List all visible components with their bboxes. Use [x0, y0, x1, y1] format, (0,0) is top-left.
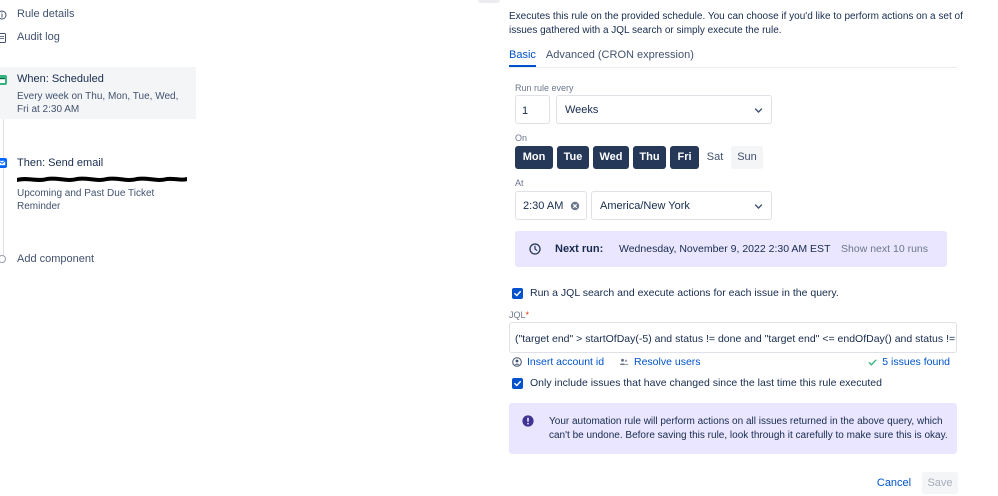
jql-label: JQL*: [509, 310, 529, 320]
jql-input[interactable]: ("target end" > startOfDay(-5) and statu…: [509, 322, 957, 353]
interval-input[interactable]: 1: [515, 95, 550, 124]
show-next-runs-link[interactable]: Show next 10 runs: [841, 243, 928, 255]
tabs-divider: [509, 67, 957, 68]
jql-search-checkbox-label: Run a JQL search and execute actions for…: [530, 287, 839, 299]
next-run-panel: Next run: Wednesday, November 9, 2022 2:…: [515, 231, 947, 267]
trigger-title: When: Scheduled: [17, 73, 104, 85]
day-thu[interactable]: Thu: [633, 146, 666, 169]
users-icon: [619, 357, 629, 367]
scroll-edge: [478, 0, 500, 3]
schedule-tabs: Basic Advanced (CRON expression): [509, 49, 694, 67]
changed-issues-option: Only include issues that have changed si…: [512, 377, 882, 389]
calendar-icon: [0, 75, 7, 85]
clock-icon: [529, 243, 541, 255]
mail-icon: [0, 158, 7, 168]
add-component-label: Add component: [17, 253, 95, 265]
time-input[interactable]: 2:30 AM: [515, 191, 587, 220]
trigger-step[interactable]: When: Scheduled Every week on Thu, Mon, …: [0, 67, 196, 119]
changed-issues-checkbox[interactable]: [512, 377, 523, 389]
resolve-users-label: Resolve users: [634, 356, 701, 368]
next-run-label: Next run:: [555, 243, 604, 255]
chevron-down-icon: [754, 202, 763, 211]
timezone-select[interactable]: America/New York: [591, 191, 772, 220]
tab-advanced-cron[interactable]: Advanced (CRON expression): [546, 49, 694, 67]
jql-label-text: JQL: [509, 310, 526, 320]
issues-found-label: 5 issues found: [882, 356, 950, 368]
at-label: At: [515, 178, 524, 188]
check-icon: [514, 380, 521, 387]
check-icon: [514, 290, 521, 297]
day-tue[interactable]: Tue: [557, 146, 589, 169]
tab-basic[interactable]: Basic: [509, 49, 536, 67]
nav-rule-details-label: Rule details: [17, 8, 75, 20]
on-label: On: [515, 133, 528, 143]
warning-icon: [522, 415, 534, 427]
action-title: Then: Send email: [17, 157, 104, 169]
chevron-down-icon: [754, 106, 763, 115]
day-mon[interactable]: Mon: [515, 146, 553, 169]
action-step[interactable]: Then: Send email Upcoming and Past Due T…: [0, 152, 196, 216]
nav-audit-log-label: Audit log: [17, 31, 60, 43]
redaction-scribble: [17, 176, 187, 182]
day-sat[interactable]: Sat: [703, 146, 727, 169]
info-icon: [0, 10, 7, 20]
jql-search-checkbox[interactable]: [512, 287, 523, 299]
insert-account-id-link[interactable]: Insert account id: [512, 356, 604, 368]
jql-search-option: Run a JQL search and execute actions for…: [512, 287, 839, 299]
issues-found-status[interactable]: 5 issues found: [868, 356, 950, 368]
weekday-picker: Mon Tue Wed Thu Fri Sat Sun: [515, 146, 763, 169]
resolve-users-link[interactable]: Resolve users: [619, 356, 701, 368]
clear-icon[interactable]: [570, 201, 580, 211]
schedule-description: Executes this rule on the provided sched…: [509, 11, 963, 36]
next-run-value: Wednesday, November 9, 2022 2:30 AM EST: [619, 243, 831, 255]
automation-warning-text: Your automation rule will perform action…: [549, 416, 948, 441]
save-button[interactable]: Save: [922, 472, 958, 494]
user-icon: [512, 357, 522, 367]
add-component-circle-icon: [0, 255, 6, 263]
automation-warning: Your automation rule will perform action…: [509, 403, 957, 454]
document-icon: [0, 33, 7, 43]
day-wed[interactable]: Wed: [593, 146, 629, 169]
day-sun[interactable]: Sun: [731, 146, 763, 169]
action-description: Upcoming and Past Due Ticket Reminder: [17, 188, 155, 212]
time-value: 2:30 AM: [523, 200, 564, 212]
timezone-value: America/New York: [600, 200, 690, 212]
check-icon: [868, 358, 877, 367]
changed-issues-checkbox-label: Only include issues that have changed si…: [530, 377, 882, 389]
interval-unit-value: Weeks: [565, 104, 599, 116]
day-fri[interactable]: Fri: [670, 146, 699, 169]
insert-account-id-label: Insert account id: [527, 356, 605, 368]
trigger-description: Every week on Thu, Mon, Tue, Wed, Fri at…: [17, 91, 179, 115]
required-marker: *: [525, 310, 530, 320]
cancel-button[interactable]: Cancel: [870, 472, 918, 494]
run-every-label: Run rule every: [515, 83, 574, 93]
interval-unit-select[interactable]: Weeks: [556, 95, 772, 124]
